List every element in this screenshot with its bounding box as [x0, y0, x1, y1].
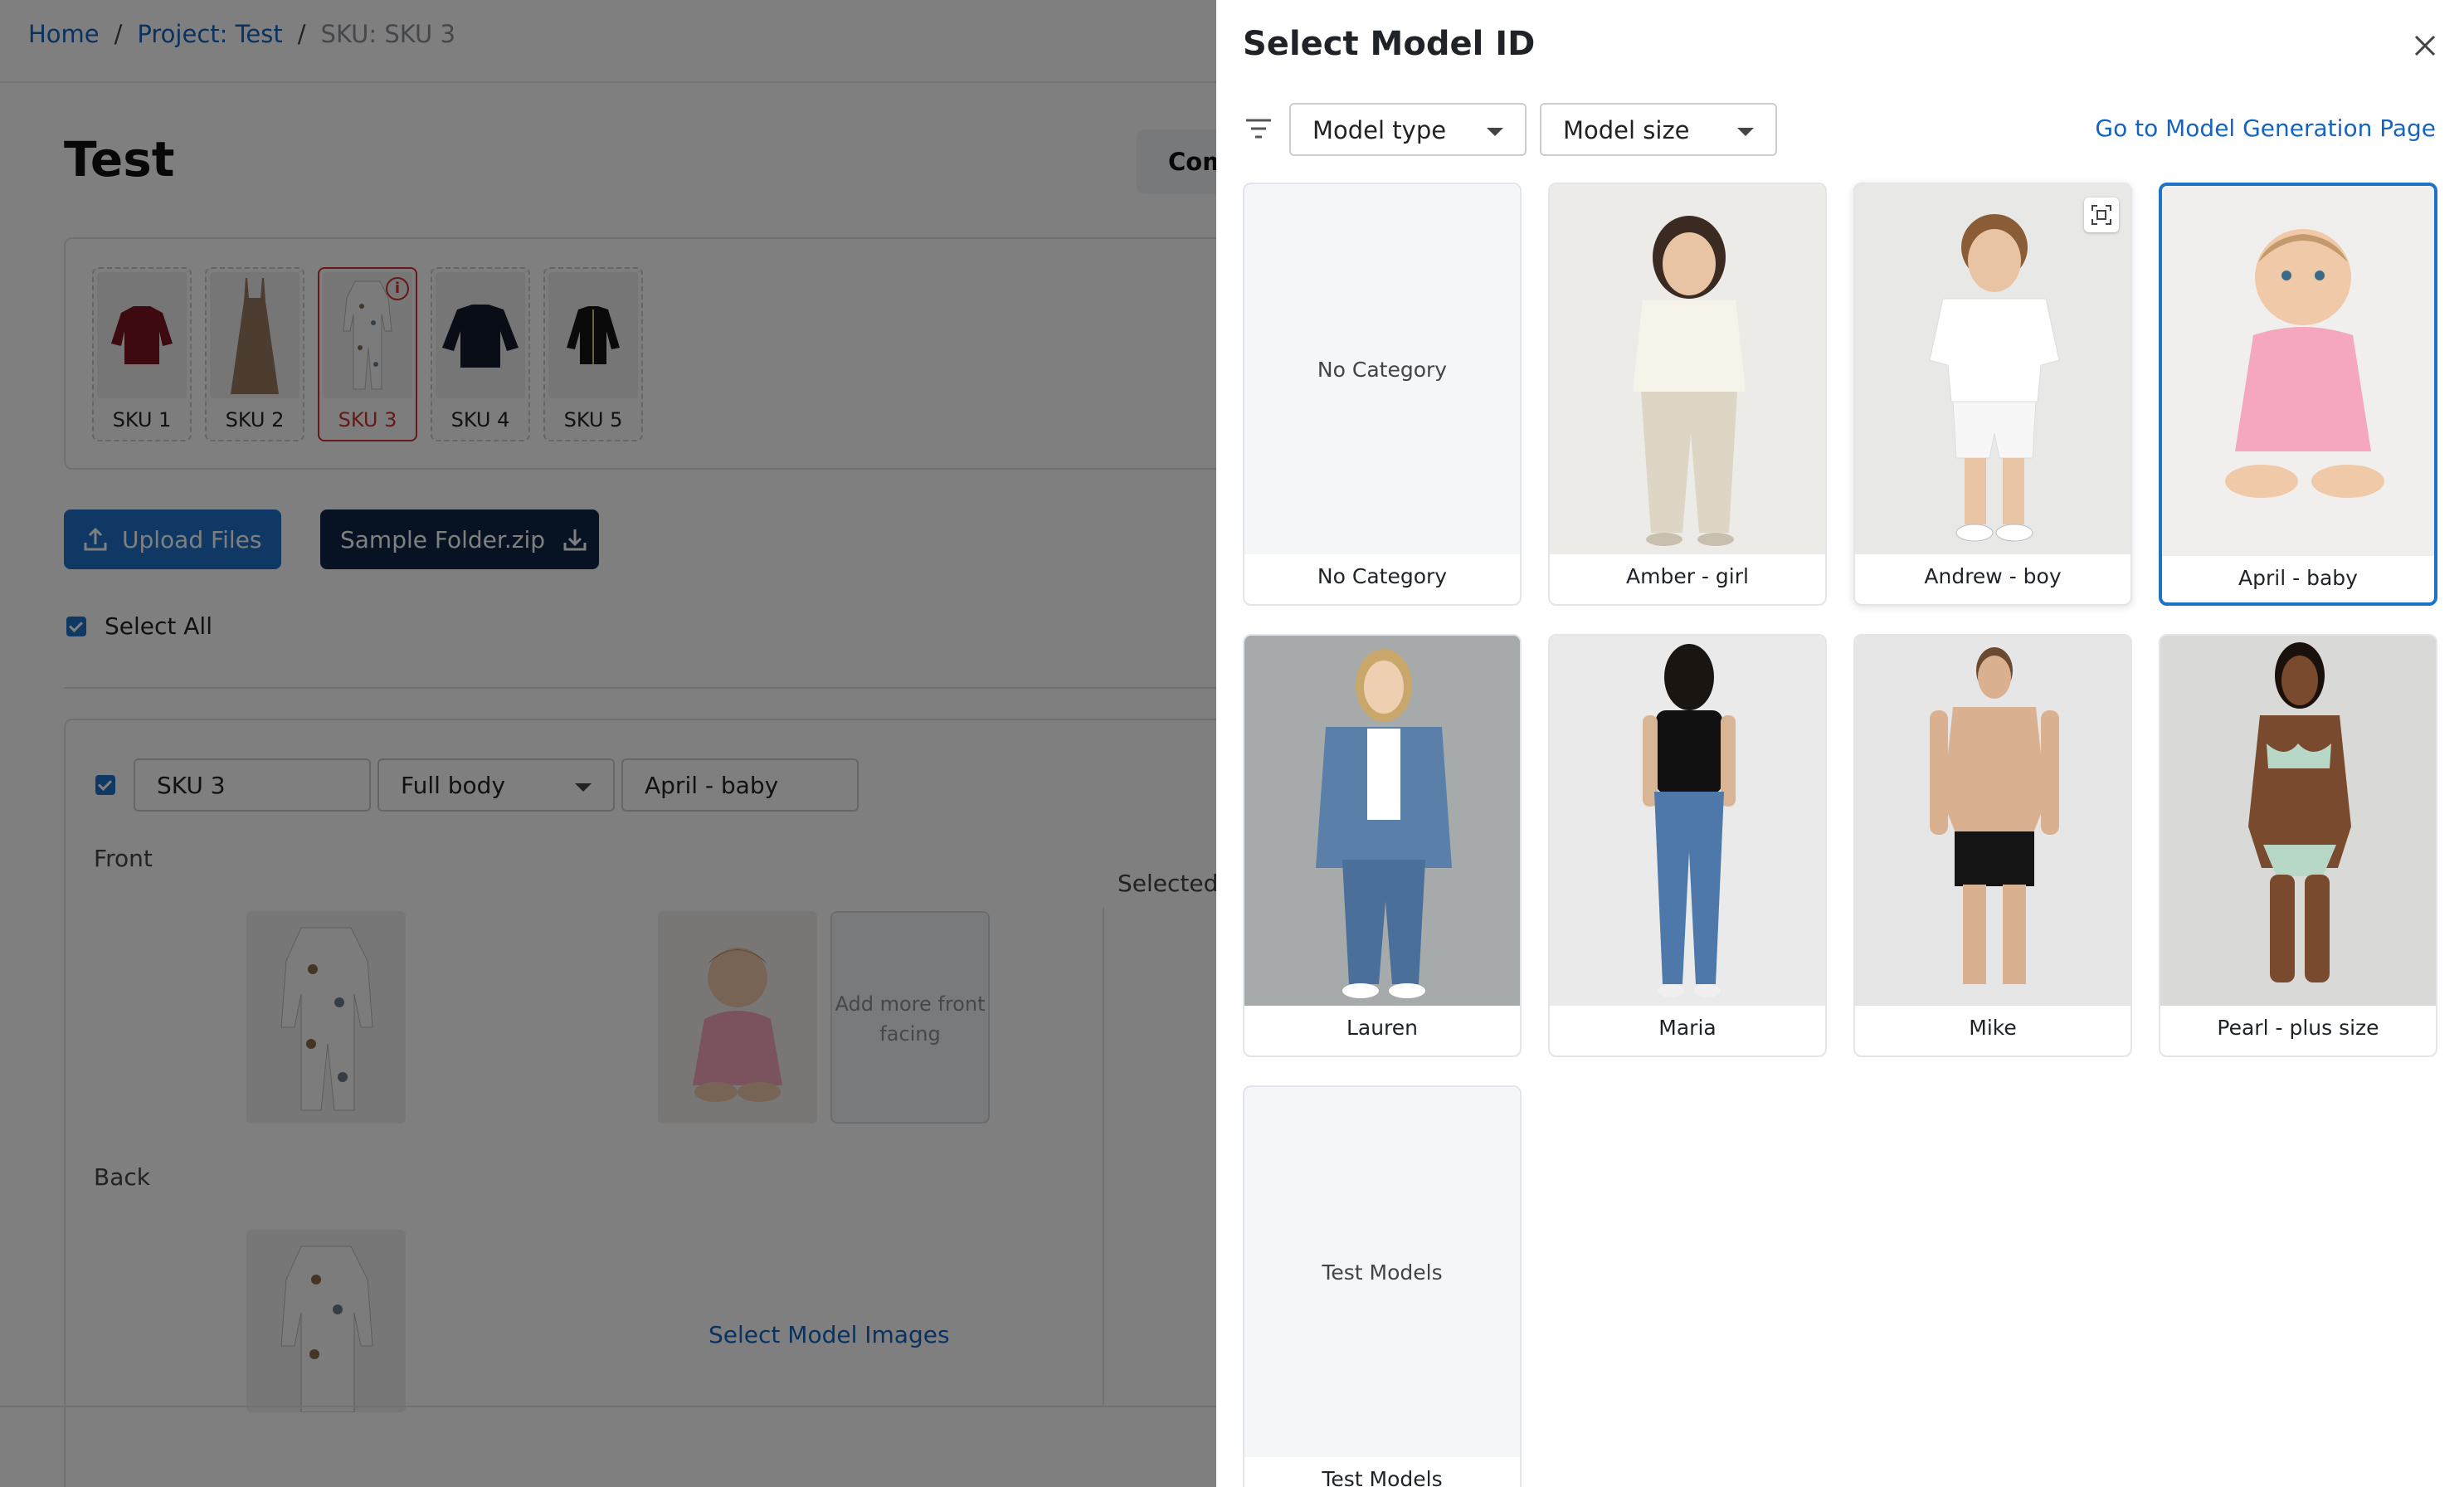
model-image	[1855, 184, 2130, 554]
drawer-title: Select Model ID	[1243, 25, 1536, 63]
model-card[interactable]: Andrew - boy	[1853, 183, 2132, 606]
model-card-selected[interactable]: April - baby	[2159, 183, 2437, 606]
model-card-placeholder: Test Models	[1244, 1087, 1520, 1457]
model-image	[1855, 636, 2130, 1006]
model-size-label: Model size	[1563, 116, 1690, 144]
modal-backdrop[interactable]	[0, 0, 1216, 1487]
model-type-select[interactable]: Model type	[1289, 103, 1527, 156]
model-image	[1244, 636, 1520, 1006]
model-card-label: Maria	[1658, 1016, 1717, 1040]
model-card-label: Mike	[1969, 1016, 2017, 1040]
select-model-drawer: Select Model ID Model type Model size Go…	[1216, 0, 2464, 1487]
model-card[interactable]: Amber - girl	[1548, 183, 1827, 606]
filter-icon[interactable]	[1244, 116, 1273, 141]
model-card-label: Lauren	[1346, 1016, 1419, 1040]
go-to-model-generation-link[interactable]: Go to Model Generation Page	[2095, 115, 2436, 142]
model-card[interactable]: No Category No Category	[1243, 183, 1522, 606]
model-type-label: Model type	[1312, 116, 1447, 144]
model-card-label: Andrew - boy	[1924, 564, 2062, 588]
model-card-label: Amber - girl	[1626, 564, 1749, 588]
dropdown-caret-icon	[1737, 128, 1754, 136]
model-size-select[interactable]: Model size	[1540, 103, 1777, 156]
dropdown-caret-icon	[1487, 128, 1503, 136]
model-card[interactable]: Test Models Test Models	[1243, 1085, 1522, 1487]
model-card[interactable]: Pearl - plus size	[2159, 634, 2437, 1057]
model-card[interactable]: Lauren	[1243, 634, 1522, 1057]
model-card-label: April - baby	[2238, 566, 2358, 590]
model-card[interactable]: Maria	[1548, 634, 1827, 1057]
close-icon[interactable]	[2413, 33, 2437, 58]
model-image	[1550, 636, 1825, 1006]
model-card-label: Pearl - plus size	[2217, 1016, 2379, 1040]
model-card[interactable]: Mike	[1853, 634, 2132, 1057]
model-image	[2162, 186, 2434, 556]
model-card-placeholder: No Category	[1244, 184, 1520, 554]
model-image	[1550, 184, 1825, 554]
model-image	[2160, 636, 2436, 1006]
model-card-label: Test Models	[1322, 1467, 1443, 1487]
zoom-preview-icon[interactable]	[2084, 197, 2119, 232]
model-card-label: No Category	[1317, 564, 1448, 588]
